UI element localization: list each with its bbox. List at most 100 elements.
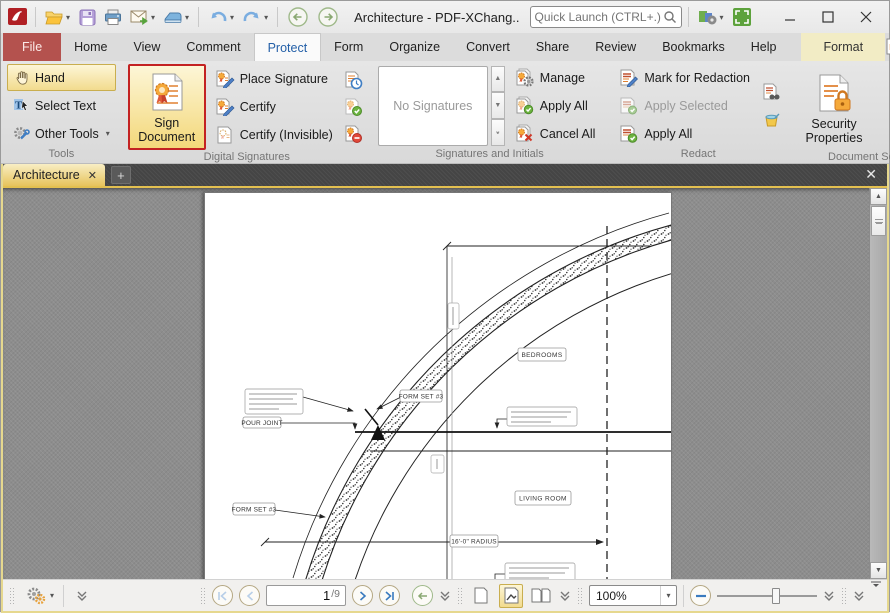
zoom-drag-handle[interactable] [577, 587, 583, 605]
history-back-button[interactable] [284, 5, 312, 29]
certify-label: Certify [240, 100, 276, 114]
tab-file[interactable]: File [3, 33, 61, 61]
layout-drag-handle[interactable] [457, 587, 463, 605]
scroll-down-button[interactable]: ▼ [491, 92, 505, 119]
signatures-cancel-all-button[interactable]: Cancel All [508, 120, 602, 147]
scroll-up-button[interactable]: ▲ [870, 188, 887, 205]
new-tab-button[interactable]: + [111, 166, 131, 184]
tab-form[interactable]: Form [321, 33, 376, 61]
select-text-button[interactable]: T Select Text [7, 92, 116, 119]
find-button[interactable]: Find... [885, 38, 890, 56]
tab-protect[interactable]: Protect [254, 33, 322, 61]
zoom-dropdown-icon[interactable]: ▾ [660, 586, 676, 605]
label-form-set-1: FORM SET #3 [399, 394, 444, 401]
single-page-view-button[interactable] [469, 584, 493, 608]
redact-apply-selected-button[interactable]: Apply Selected [613, 92, 756, 119]
zoom-slider[interactable] [717, 586, 817, 606]
fit-width-view-button[interactable] [499, 584, 523, 608]
zoom-level-combo[interactable]: 100% ▾ [589, 585, 677, 606]
redo-button[interactable]: ▾ [239, 5, 271, 29]
fullscreen-icon [732, 7, 752, 27]
tab-bookmarks[interactable]: Bookmarks [649, 33, 738, 61]
history-forward-button[interactable] [314, 5, 342, 29]
ui-options-icon [698, 8, 718, 26]
tab-view[interactable]: View [121, 33, 174, 61]
statusbar-options-button[interactable]: ▾ [21, 584, 57, 608]
save-button[interactable] [75, 5, 99, 29]
document-page[interactable]: BEDROOMS LIVING ROOM FORM SET #3 FORM SE… [204, 192, 672, 579]
two-page-view-button[interactable] [529, 584, 553, 608]
print-button[interactable] [101, 5, 125, 29]
signatures-apply-all-button[interactable]: Apply All [508, 92, 602, 119]
last-page-button[interactable] [379, 585, 400, 606]
previous-view-button[interactable] [412, 585, 433, 606]
sign-document-label: Sign Document [135, 116, 199, 145]
tab-help[interactable]: Help [738, 33, 790, 61]
scroll-down-button[interactable]: ▼ [870, 562, 887, 579]
sign-document-button[interactable]: Sign Document [128, 64, 206, 150]
more-zoom-button[interactable] [823, 590, 835, 602]
ui-options-button[interactable]: ▾ [695, 5, 727, 29]
manage-signatures-button[interactable]: Manage [508, 64, 602, 91]
tab-review[interactable]: Review [582, 33, 649, 61]
scan-button[interactable]: ▾ [160, 5, 192, 29]
more-nav-button[interactable] [439, 590, 451, 602]
document-tab-title: Architecture [13, 168, 80, 182]
tab-format[interactable]: Format [801, 33, 885, 61]
tab-share[interactable]: Share [523, 33, 582, 61]
quick-launch-input[interactable] [535, 10, 663, 24]
clear-all-signatures-button[interactable] [342, 122, 366, 146]
signatures-list[interactable]: No Signatures [378, 66, 488, 146]
other-tools-button[interactable]: Other Tools ▾ [7, 120, 116, 147]
previous-page-button[interactable] [239, 585, 260, 606]
hand-tool-button[interactable]: Hand [7, 64, 116, 91]
minimize-button[interactable] [771, 4, 809, 30]
next-page-button[interactable] [352, 585, 373, 606]
toolbar-drag-handle[interactable] [9, 587, 15, 605]
zoom-slider-track[interactable] [717, 595, 817, 597]
timestamp-document-button[interactable] [342, 68, 366, 92]
page-number-input[interactable]: 1 /9 [266, 585, 346, 606]
close-button[interactable] [847, 4, 885, 30]
scroll-up-button[interactable]: ▲ [491, 66, 505, 93]
quick-launch-box[interactable] [530, 6, 682, 28]
tab-home[interactable]: Home [61, 33, 120, 61]
tab-comment[interactable]: Comment [173, 33, 253, 61]
close-tab-icon[interactable]: ✕ [88, 169, 97, 182]
place-signature-button[interactable]: Place Signature [209, 66, 339, 93]
tab-convert[interactable]: Convert [453, 33, 523, 61]
open-file-button[interactable]: ▾ [42, 5, 73, 29]
scrollbar-thumb[interactable] [871, 206, 886, 236]
expand-list-button[interactable]: ⌄⌄ [491, 119, 505, 146]
right-drag-handle[interactable] [841, 587, 847, 605]
certify-button[interactable]: Certify [209, 94, 339, 121]
sanitize-document-button[interactable] [759, 107, 783, 131]
email-button[interactable]: ▾ [127, 5, 158, 29]
validate-all-signatures-button[interactable] [342, 95, 366, 119]
document-clock-icon [344, 71, 363, 90]
manage-label: Manage [540, 71, 585, 85]
pagenav-drag-handle[interactable] [200, 587, 206, 605]
undo-button[interactable]: ▾ [205, 5, 237, 29]
overflow-button[interactable] [853, 590, 865, 602]
tab-organize[interactable]: Organize [376, 33, 453, 61]
expand-statusbar-button[interactable] [70, 584, 94, 608]
zoom-out-button[interactable] [690, 585, 711, 606]
close-pane-button[interactable]: ✕ [855, 166, 887, 186]
document-canvas[interactable]: BEDROOMS LIVING ROOM FORM SET #3 FORM SE… [3, 188, 887, 579]
security-policies-button[interactable]: Security Policies [876, 64, 890, 150]
mark-for-redaction-button[interactable]: Mark for Redaction [613, 64, 756, 91]
zoom-slider-thumb[interactable] [772, 588, 780, 604]
document-tab-architecture[interactable]: Architecture ✕ [3, 164, 105, 186]
vertical-scrollbar[interactable]: ▲ ▼ [869, 188, 887, 579]
security-properties-button[interactable]: Security Properties [795, 64, 873, 150]
maximize-button[interactable] [809, 4, 847, 30]
document-tab-bar: Architecture ✕ + ✕ [3, 164, 887, 188]
first-page-button[interactable] [212, 585, 233, 606]
splitter-icon[interactable] [871, 581, 881, 589]
redact-apply-all-button[interactable]: Apply All [613, 120, 756, 147]
certify-invisible-button[interactable]: Certify (Invisible) [209, 122, 339, 149]
search-and-redact-button[interactable] [759, 80, 783, 104]
more-layouts-button[interactable] [559, 590, 571, 602]
fullscreen-button[interactable] [729, 5, 755, 29]
